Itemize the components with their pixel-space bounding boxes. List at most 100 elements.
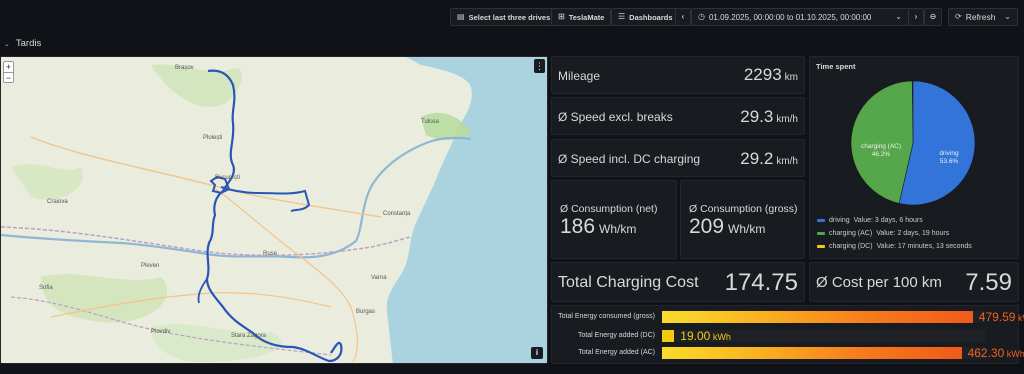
time-forward-button[interactable]: › xyxy=(908,8,924,26)
charging-cost-panel: Total Charging Cost 174.75 xyxy=(551,262,805,302)
select-drives-label: Select last three drives xyxy=(468,12,551,22)
teslamate-label: TeslaMate xyxy=(568,12,605,22)
time-spent-panel: Time spent driving 53.6% charging (AC) 46.2… xyxy=(809,56,1019,259)
legend-charging-dc[interactable]: charging (DC) Value: 17 minutes, 13 seco… xyxy=(817,243,972,250)
cost-per-100-panel: Ø Cost per 100 km 7.59 xyxy=(809,262,1019,302)
list-icon: ☰ xyxy=(618,12,626,21)
map-label: Varna xyxy=(371,275,387,281)
map-label: București xyxy=(215,175,240,181)
refresh-button[interactable]: ⟳ Refresh ⌄ xyxy=(948,8,1018,26)
consumption-net-panel: Ø Consumption (net) 186 Wh/km xyxy=(551,180,677,259)
info-icon[interactable]: i xyxy=(531,347,543,359)
consumption-gross-unit: Wh/km xyxy=(728,222,766,236)
energy-bar xyxy=(662,311,973,323)
map-label: Ploiești xyxy=(203,135,222,141)
consumption-gross-number: 209 xyxy=(689,215,725,238)
energy-value-unit: kWh xyxy=(1017,313,1024,323)
energy-bar-gauge: Total Energy consumed (gross) 479.59 kWh T… xyxy=(552,306,1024,365)
zoom-out-button[interactable]: − xyxy=(4,72,13,83)
cost-per-100-label: Ø Cost per 100 km xyxy=(816,274,942,291)
row-header[interactable]: ⌄ Tardis xyxy=(4,38,41,49)
cost-per-100-value: 7.59 xyxy=(965,269,1012,296)
consumption-net-value: 186 Wh/km xyxy=(560,215,636,239)
speed-excl-value: 29.3 km/h xyxy=(740,107,798,127)
collapse-chevron-icon: ⌄ xyxy=(4,40,10,48)
chevron-right-icon: › xyxy=(914,12,918,21)
energy-value-unit: kWh xyxy=(1004,349,1024,359)
mileage-panel: Mileage 2293 km xyxy=(551,56,805,94)
time-range-label: 01.09.2025, 00:00:00 to 01.10.2025, 00:0… xyxy=(708,12,872,22)
dashboards-button[interactable]: ☰ Dashboards xyxy=(611,8,680,26)
energy-value-number: 479.59 xyxy=(978,310,1016,324)
zoom-out-icon: ⊖ xyxy=(929,12,937,21)
document-icon: ▤ xyxy=(457,12,465,21)
energy-bar-value: 462.30 kWh xyxy=(968,346,1024,360)
legend-dc-value: Value: 17 minutes, 13 seconds xyxy=(876,243,972,250)
map-label: Tulcea xyxy=(421,119,439,125)
speed-incl-value: 29.2 km/h xyxy=(740,149,798,169)
energy-value-unit: kWh xyxy=(710,332,731,342)
chevron-left-icon: ‹ xyxy=(681,12,685,21)
legend-charging-ac[interactable]: charging (AC) Value: 2 days, 19 hours xyxy=(817,230,949,237)
map-panel[interactable]: Brașov Ploiești București Craiova Consta… xyxy=(0,56,548,364)
charging-cost-value: 174.75 xyxy=(724,269,798,296)
teslamate-button[interactable]: ⊞ TeslaMate xyxy=(551,8,612,26)
speed-excl-unit: km/h xyxy=(776,114,798,125)
map-label: Burgas xyxy=(356,309,375,315)
speed-incl-number: 29.2 xyxy=(740,149,774,168)
charging-cost-label: Total Charging Cost xyxy=(558,274,699,291)
map-label: Plovdiv xyxy=(151,329,170,335)
map-canvas[interactable]: Brașov Ploiești București Craiova Consta… xyxy=(1,57,548,364)
speed-excl-number: 29.3 xyxy=(740,107,774,126)
row-title: Tardis xyxy=(15,38,42,49)
legend-ac-value: Value: 2 days, 19 hours xyxy=(876,230,950,237)
pie-label-driving: driving xyxy=(939,150,959,157)
map-label: Pleven xyxy=(141,263,159,269)
clock-icon: ◷ xyxy=(698,12,705,21)
legend-driving[interactable]: driving Value: 3 days, 6 hours xyxy=(817,217,923,224)
consumption-gross-label: Ø Consumption (gross) xyxy=(689,203,798,215)
time-spent-pie: driving53.6% charging (AC)46.2% xyxy=(850,80,976,206)
time-back-button[interactable]: ‹ xyxy=(675,8,691,26)
mileage-number: 2293 xyxy=(743,65,782,84)
map-label: Constanța xyxy=(383,211,411,217)
select-drives-button[interactable]: ▤ Select last three drives xyxy=(450,8,558,26)
time-range-picker[interactable]: ◷ 01.09.2025, 00:00:00 to 01.10.2025, 00… xyxy=(691,8,909,26)
legend-swatch xyxy=(817,232,825,235)
pie-title: Time spent xyxy=(816,62,856,71)
dashboards-label: Dashboards xyxy=(629,12,673,22)
zoom-out-time-button[interactable]: ⊖ xyxy=(924,8,942,26)
map-label: Ruse xyxy=(263,251,278,257)
grid-icon: ⊞ xyxy=(558,12,565,21)
top-toolbar: ▤ Select last three drives ⊞ TeslaMate ☰… xyxy=(0,0,1024,34)
energy-bar-value: 19.00 kWh xyxy=(680,329,731,343)
consumption-gross-value: 209 Wh/km xyxy=(689,215,765,239)
speed-excl-panel: Ø Speed excl. breaks 29.3 km/h xyxy=(551,97,805,135)
map-label: Brașov xyxy=(175,65,194,71)
consumption-net-label: Ø Consumption (net) xyxy=(560,203,658,215)
energy-bar xyxy=(662,347,962,359)
energy-value-number: 19.00 xyxy=(680,329,711,343)
legend-driving-value: Value: 3 days, 6 hours xyxy=(853,217,923,224)
energy-bar xyxy=(662,330,675,342)
speed-excl-label: Ø Speed excl. breaks xyxy=(558,110,673,124)
mileage-label: Mileage xyxy=(558,69,601,83)
refresh-icon: ⟳ xyxy=(955,12,962,21)
mileage-value: 2293 km xyxy=(744,65,798,85)
panel-menu-icon[interactable]: ⋮ xyxy=(534,59,545,73)
consumption-net-number: 186 xyxy=(560,215,596,238)
pie-label-ac: charging (AC) xyxy=(861,143,901,150)
refresh-dropdown-icon: ⌄ xyxy=(1004,12,1011,21)
mileage-unit: km xyxy=(784,72,798,83)
energy-bar-label: Total Energy added (AC) xyxy=(578,349,655,356)
map-label: Stara Zagora xyxy=(231,333,267,339)
chevron-down-icon: ⌄ xyxy=(895,12,902,21)
legend-driving-name: driving xyxy=(829,217,850,224)
energy-bar-label: Total Energy added (DC) xyxy=(577,332,655,339)
zoom-in-button[interactable]: + xyxy=(4,62,13,72)
consumption-gross-panel: Ø Consumption (gross) 209 Wh/km xyxy=(680,180,805,259)
zoom-controls: + − xyxy=(3,61,14,83)
energy-bars-panel: Total Energy consumed (gross) 479.59 kWh T… xyxy=(551,305,1024,365)
speed-incl-unit: km/h xyxy=(776,156,798,167)
legend-ac-name: charging (AC) xyxy=(829,230,873,237)
